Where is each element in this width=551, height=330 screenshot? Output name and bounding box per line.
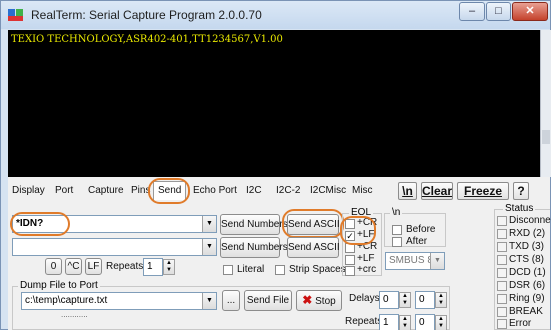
send-ascii-2-button[interactable]: Send ASCII — [287, 237, 340, 258]
status-break: BREAK — [509, 306, 543, 317]
chevron-down-icon[interactable]: ▼ — [202, 293, 216, 309]
delay-1-spinner[interactable]: ▲ ▼ — [399, 292, 411, 308]
send-tab-highlight — [148, 178, 190, 204]
chevron-down-icon[interactable]: ▼ — [202, 216, 216, 232]
tab-display[interactable]: Display — [10, 182, 47, 200]
delay-2-spinner[interactable]: ▲ ▼ — [435, 292, 447, 308]
eol-lf-2-label: +LF — [357, 253, 375, 264]
close-button[interactable]: ✕ — [512, 2, 548, 21]
chevron-down-icon[interactable]: ▼ — [430, 253, 444, 269]
status-disconnect: Disconnect — [509, 215, 551, 226]
status-led-ring — [497, 294, 507, 304]
status-dsr: DSR (6) — [509, 280, 546, 291]
tab-capture[interactable]: Capture — [86, 182, 126, 200]
realterm-app-icon — [8, 9, 24, 22]
dump-repeats-1-input[interactable]: 1 — [379, 314, 399, 330]
dump-progress-text: ............ — [61, 310, 88, 319]
status-cts: CTS (8) — [509, 254, 544, 265]
repeats-label: Repeats — [106, 261, 144, 272]
repeats-input[interactable]: 1 — [143, 258, 163, 276]
stop-label: Stop — [315, 296, 336, 307]
literal-checkbox[interactable] — [223, 265, 233, 275]
delays-label: Delays — [349, 293, 380, 304]
status-ring: Ring (9) — [509, 293, 545, 304]
terminal-output-line: TEXIO TECHNOLOGY,ASR402-401,TT1234567,V1… — [11, 34, 283, 45]
ctrl-c-button[interactable]: ^C — [65, 258, 82, 275]
terminal-scrollbar[interactable] — [540, 30, 551, 177]
app-window: RealTerm: Serial Capture Program 2.0.0.7… — [0, 0, 551, 330]
dump-file-path-value: c:\temp\capture.txt — [25, 295, 108, 306]
status-led-disconnect — [497, 216, 507, 226]
send-numbers-2-button[interactable]: Send Numbers — [220, 237, 288, 258]
after-checkbox[interactable] — [392, 237, 402, 247]
stop-button[interactable]: ✖ Stop — [296, 290, 342, 311]
eol-crc-label: +crc — [357, 264, 377, 275]
tab-i2cmisc[interactable]: I2CMisc — [308, 182, 348, 200]
help-button[interactable]: ? — [513, 182, 529, 200]
status-led-dsr — [497, 281, 507, 291]
lf-button[interactable]: LF — [85, 258, 102, 275]
status-led-rxd — [497, 229, 507, 239]
delay-2-input[interactable]: 0 — [415, 291, 435, 309]
zero-button[interactable]: 0 — [45, 258, 62, 275]
clear-button[interactable]: Clear — [421, 182, 453, 200]
status-led-txd — [497, 242, 507, 252]
status-dcd: DCD (1) — [509, 267, 546, 278]
tab-echo-port[interactable]: Echo Port — [191, 182, 239, 200]
before-checkbox[interactable] — [392, 225, 402, 235]
chevron-down-icon[interactable]: ▼ — [202, 239, 216, 255]
minimize-button[interactable]: – — [459, 2, 485, 21]
literal-label: Literal — [237, 264, 265, 275]
status-error: Error — [509, 318, 532, 329]
newline-group-title: \n — [390, 207, 403, 218]
terminal-display[interactable]: TEXIO TECHNOLOGY,ASR402-401,TT1234567,V1… — [8, 30, 540, 177]
browse-button[interactable]: ... — [222, 290, 240, 311]
strip-spaces-checkbox[interactable] — [275, 265, 285, 275]
idn-highlight — [10, 212, 70, 236]
status-led-break — [497, 307, 507, 317]
dump-repeats-2-spinner[interactable]: ▲ ▼ — [435, 315, 447, 330]
before-label: Before — [406, 224, 436, 235]
tab-i2c[interactable]: I2C — [244, 182, 264, 200]
status-led-cts — [497, 255, 507, 265]
smbus-value: SMBUS 8 — [389, 255, 433, 266]
tab-port[interactable]: Port — [53, 182, 75, 200]
repeats-spinner[interactable]: ▲ ▼ — [163, 259, 175, 275]
stop-x-icon: ✖ — [302, 293, 313, 307]
freeze-button[interactable]: Freeze — [457, 182, 509, 200]
send-string-2-input[interactable]: ▼ — [12, 238, 217, 256]
lf-highlight — [340, 216, 376, 245]
dump-repeats-label: Repeats — [345, 316, 383, 327]
newline-button[interactable]: \n — [398, 182, 417, 200]
title-bar[interactable]: RealTerm: Serial Capture Program 2.0.0.7… — [1, 1, 550, 29]
send-file-button[interactable]: Send File — [244, 290, 292, 311]
eol-lf-2-checkbox[interactable] — [345, 255, 355, 265]
tab-misc[interactable]: Misc — [350, 182, 375, 200]
after-label: After — [406, 236, 428, 247]
window-title: RealTerm: Serial Capture Program 2.0.0.7… — [31, 8, 262, 22]
send-numbers-1-button[interactable]: Send Numbers — [220, 214, 288, 235]
send-ascii-highlight — [282, 209, 344, 238]
eol-crc-checkbox[interactable] — [345, 266, 355, 276]
dump-repeats-1-spinner[interactable]: ▲ ▼ — [399, 315, 411, 330]
delay-1-input[interactable]: 0 — [379, 291, 399, 309]
strip-spaces-label: Strip Spaces — [289, 264, 346, 275]
maximize-button[interactable]: □ — [486, 2, 511, 21]
smbus-select[interactable]: SMBUS 8 ▼ — [385, 252, 445, 270]
status-led-dcd — [497, 268, 507, 278]
status-title: Status — [503, 203, 536, 214]
tab-i2c-2[interactable]: I2C-2 — [274, 182, 302, 200]
dump-file-path-input[interactable]: c:\temp\capture.txt ▼ — [21, 292, 217, 310]
status-led-error — [497, 319, 507, 329]
dump-file-title: Dump File to Port — [18, 280, 100, 291]
status-rxd: RXD (2) — [509, 228, 546, 239]
status-txd: TXD (3) — [509, 241, 544, 252]
dump-repeats-2-input[interactable]: 0 — [415, 314, 435, 330]
